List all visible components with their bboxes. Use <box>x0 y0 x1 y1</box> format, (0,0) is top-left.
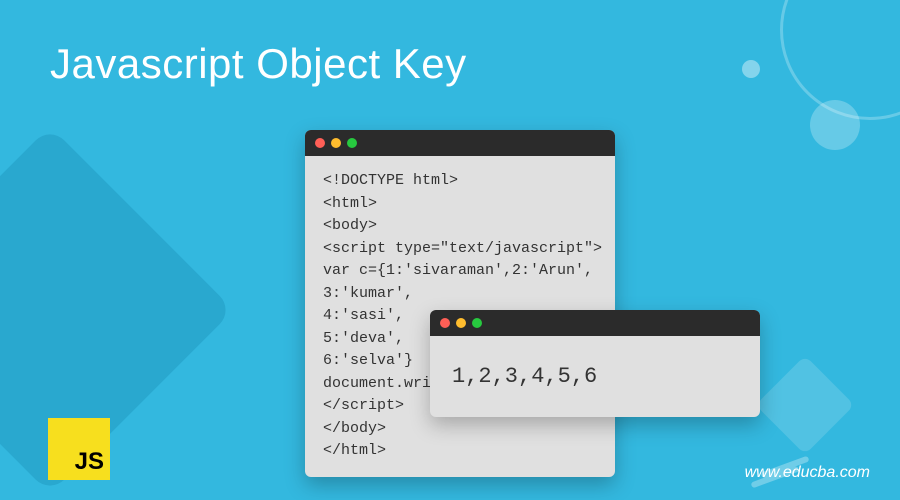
minimize-icon <box>456 318 466 328</box>
page-title: Javascript Object Key <box>50 40 467 88</box>
js-logo: JS <box>48 418 110 480</box>
js-logo-text: JS <box>75 448 104 476</box>
bg-decor-square <box>756 356 855 455</box>
bg-decor-circle <box>810 100 860 150</box>
bg-decor-dot <box>742 60 760 78</box>
output-window: 1,2,3,4,5,6 <box>430 310 760 417</box>
bg-decor-diamond <box>0 126 234 494</box>
output-content: 1,2,3,4,5,6 <box>430 336 760 417</box>
code-window: <!DOCTYPE html> <html> <body> <script ty… <box>305 130 615 477</box>
maximize-icon <box>347 138 357 148</box>
window-titlebar <box>430 310 760 336</box>
close-icon <box>440 318 450 328</box>
minimize-icon <box>331 138 341 148</box>
window-titlebar <box>305 130 615 156</box>
close-icon <box>315 138 325 148</box>
maximize-icon <box>472 318 482 328</box>
site-url: www.educba.com <box>745 464 870 482</box>
